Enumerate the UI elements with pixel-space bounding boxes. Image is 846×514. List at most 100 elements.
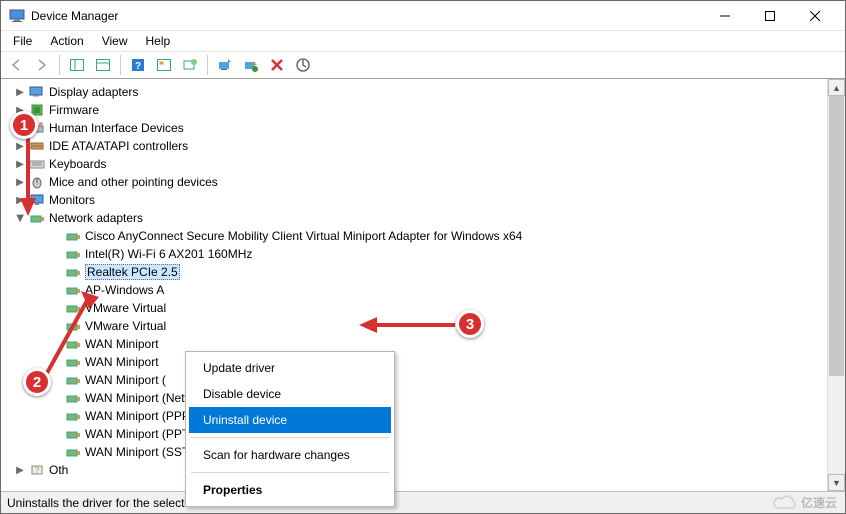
close-button[interactable] (792, 1, 837, 31)
device-vmware-virtual-2[interactable]: VMware Virtual (1, 317, 827, 335)
device-tree[interactable]: ▶ Display adapters ▶ Firmware ▶ Human In… (1, 79, 828, 491)
network-adapter-icon (65, 408, 81, 424)
back-button[interactable] (5, 54, 27, 76)
help-button[interactable]: ? (127, 54, 149, 76)
uninstall-device-button[interactable] (266, 54, 288, 76)
network-adapter-icon (65, 354, 81, 370)
context-disable-device[interactable]: Disable device (189, 381, 391, 407)
chevron-right-icon[interactable]: ▶ (11, 141, 29, 152)
network-adapter-icon (65, 300, 81, 316)
device-wan-miniport-pptp[interactable]: WAN Miniport (PPTP) (1, 425, 827, 443)
category-label: Firmware (49, 103, 99, 117)
window-controls (702, 1, 837, 31)
network-adapter-icon (65, 246, 81, 262)
svg-text:?: ? (135, 61, 141, 72)
scroll-thumb[interactable] (829, 96, 844, 376)
device-manager-icon (9, 8, 25, 24)
watermark-text: 亿速云 (801, 494, 837, 511)
device-wan-miniport-network-monitor[interactable]: WAN Miniport (Network Monitor) (1, 389, 827, 407)
window-title: Device Manager (31, 9, 702, 23)
device-wan-miniport-pppoe[interactable]: WAN Miniport (PPPOE) (1, 407, 827, 425)
device-label: WAN Miniport (85, 337, 159, 351)
context-scan-hardware[interactable]: Scan for hardware changes (189, 442, 391, 468)
toolbar-separator (59, 55, 60, 75)
vertical-scrollbar[interactable]: ▲ ▼ (828, 79, 845, 491)
device-label: WAN Miniport ( (85, 373, 166, 387)
category-network-adapters[interactable]: ▶ Network adapters (1, 209, 827, 227)
scan-hardware-button[interactable] (179, 54, 201, 76)
context-uninstall-device[interactable]: Uninstall device (189, 407, 391, 433)
category-label: IDE ATA/ATAPI controllers (49, 139, 188, 153)
menu-action[interactable]: Action (42, 32, 91, 50)
context-separator (191, 437, 389, 438)
device-wan-miniport-2[interactable]: WAN Miniport (1, 353, 827, 371)
context-menu: Update driver Disable device Uninstall d… (185, 351, 395, 507)
device-cisco-anyconnect[interactable]: Cisco AnyConnect Secure Mobility Client … (1, 227, 827, 245)
device-label: WAN Miniport (SSTP) (85, 445, 201, 459)
category-label: Mice and other pointing devices (49, 175, 218, 189)
category-keyboards[interactable]: ▶ Keyboards (1, 155, 827, 173)
context-update-driver[interactable]: Update driver (189, 355, 391, 381)
device-vmware-virtual-1[interactable]: VMware Virtual (1, 299, 827, 317)
network-adapter-icon (65, 444, 81, 460)
watermark: 亿速云 (773, 494, 837, 511)
device-label: VMware Virtual (85, 301, 166, 315)
device-wan-miniport-1[interactable]: WAN Miniport (1, 335, 827, 353)
device-wan-miniport-3[interactable]: WAN Miniport ( (1, 371, 827, 389)
monitor-icon (29, 192, 45, 208)
category-label: Monitors (49, 193, 95, 207)
update-driver-button[interactable] (214, 54, 236, 76)
menu-file[interactable]: File (5, 32, 40, 50)
device-intel-wifi[interactable]: Intel(R) Wi-Fi 6 AX201 160MHz (1, 245, 827, 263)
menu-view[interactable]: View (94, 32, 136, 50)
chevron-down-icon[interactable]: ▶ (15, 209, 26, 227)
cloud-icon (773, 495, 799, 511)
device-wan-miniport-sstp[interactable]: WAN Miniport (SSTP) (1, 443, 827, 461)
network-adapter-icon (65, 282, 81, 298)
device-label: WAN Miniport (85, 355, 159, 369)
category-firmware[interactable]: ▶ Firmware (1, 101, 827, 119)
device-label: WAN Miniport (PPTP) (85, 427, 201, 441)
device-realtek-pcie[interactable]: Realtek PCIe 2.5 (1, 263, 827, 281)
annotation-marker-1: 1 (10, 111, 38, 139)
minimize-button[interactable] (702, 1, 747, 31)
titlebar: Device Manager (1, 1, 845, 31)
scroll-down-button[interactable]: ▼ (828, 474, 845, 491)
network-adapter-icon (65, 318, 81, 334)
action-button[interactable] (153, 54, 175, 76)
show-hide-tree-button[interactable] (66, 54, 88, 76)
forward-button[interactable] (31, 54, 53, 76)
network-adapter-icon (65, 372, 81, 388)
maximize-button[interactable] (747, 1, 792, 31)
menu-help[interactable]: Help (138, 32, 179, 50)
mouse-icon (29, 174, 45, 190)
chevron-right-icon[interactable]: ▶ (11, 177, 29, 188)
keyboard-icon (29, 156, 45, 172)
toolbar: ? (1, 51, 845, 79)
annotation-marker-2: 2 (23, 368, 51, 396)
chevron-right-icon[interactable]: ▶ (11, 195, 29, 206)
category-display-adapters[interactable]: ▶ Display adapters (1, 83, 827, 101)
statusbar: Uninstalls the driver for the selected d… (1, 491, 845, 513)
svg-text:?: ? (35, 466, 40, 475)
device-tap-windows[interactable]: AP-Windows A (1, 281, 827, 299)
network-adapter-icon (65, 336, 81, 352)
category-hid[interactable]: ▶ Human Interface Devices (1, 119, 827, 137)
properties-button[interactable] (92, 54, 114, 76)
context-properties[interactable]: Properties (189, 477, 391, 503)
chevron-right-icon[interactable]: ▶ (11, 87, 29, 98)
legacy-hardware-button[interactable] (292, 54, 314, 76)
category-label: Oth (49, 463, 68, 477)
chevron-right-icon[interactable]: ▶ (11, 159, 29, 170)
scroll-up-button[interactable]: ▲ (828, 79, 845, 96)
category-mice[interactable]: ▶ Mice and other pointing devices (1, 173, 827, 191)
chevron-right-icon[interactable]: ▶ (11, 465, 29, 476)
disable-device-button[interactable] (240, 54, 262, 76)
network-adapter-icon (65, 264, 81, 280)
category-monitors[interactable]: ▶ Monitors (1, 191, 827, 209)
network-adapter-icon (65, 390, 81, 406)
category-label: Network adapters (49, 211, 143, 225)
device-label: AP-Windows A (85, 283, 164, 297)
category-other[interactable]: ▶ ? Oth (1, 461, 827, 479)
category-ide[interactable]: ▶ IDE ATA/ATAPI controllers (1, 137, 827, 155)
